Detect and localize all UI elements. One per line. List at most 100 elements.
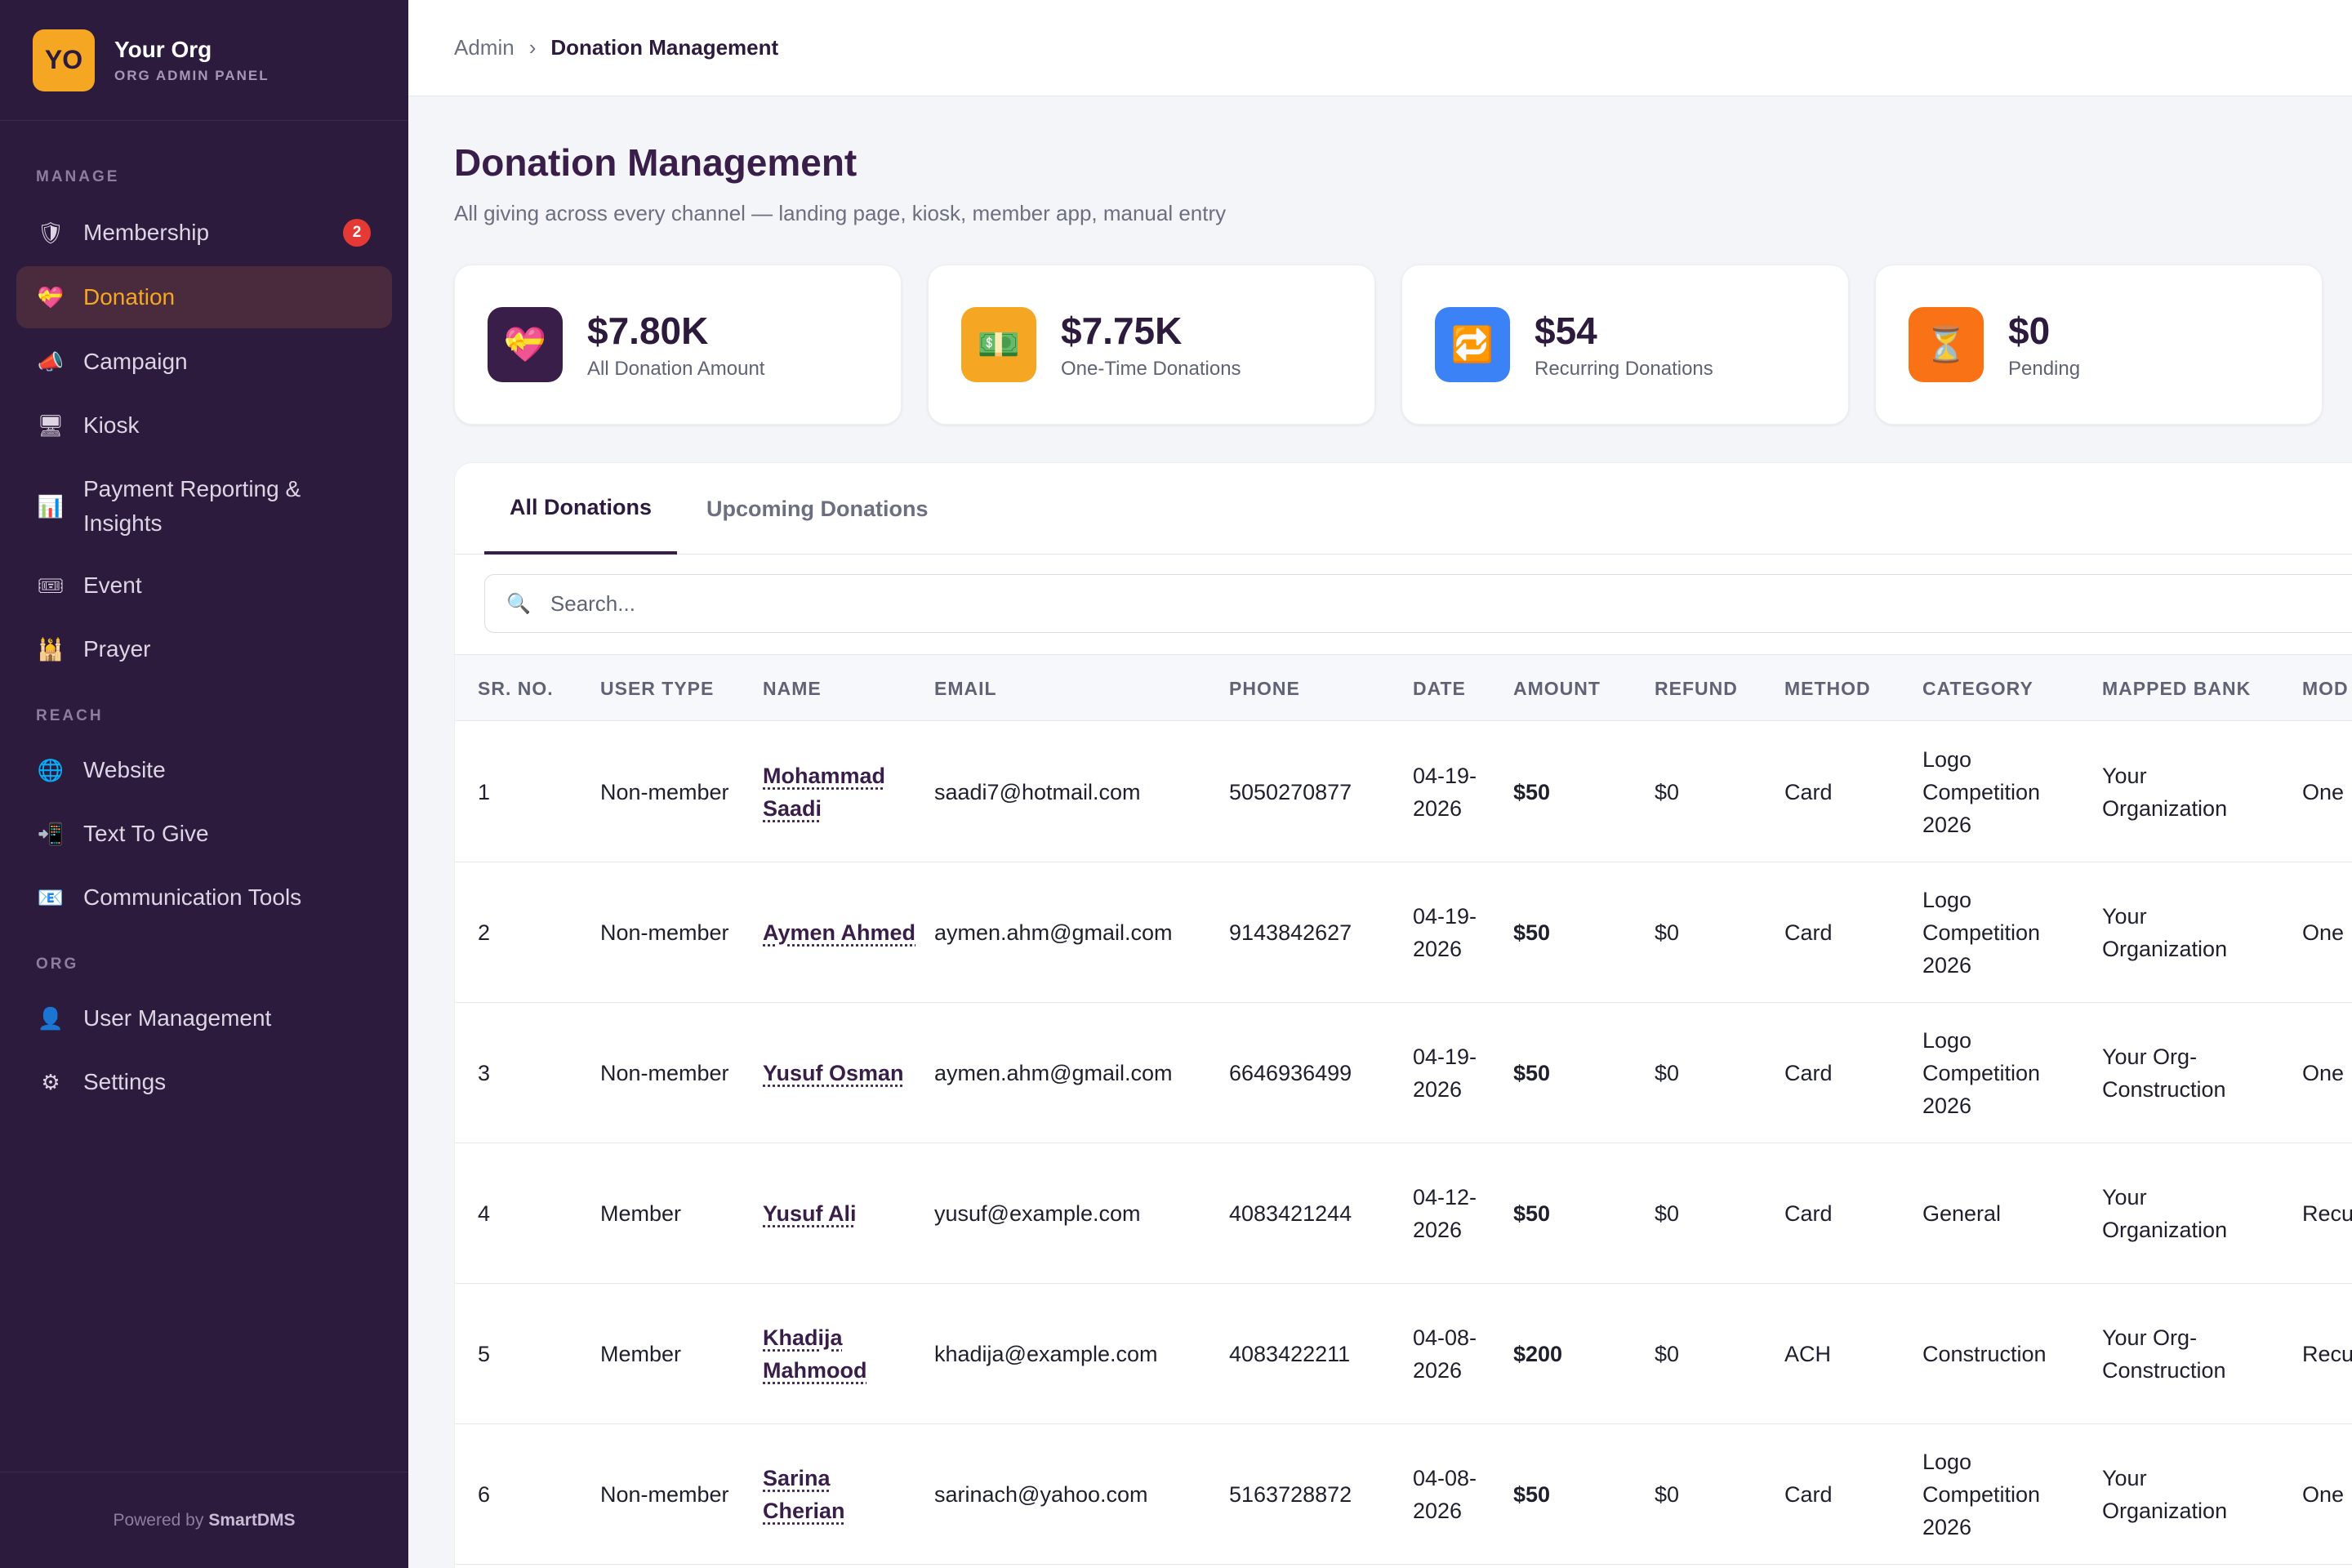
sidebar-item-website[interactable]: 🌐 Website	[16, 745, 392, 795]
tab-all-donations[interactable]: All Donations	[484, 463, 677, 555]
sidebar-item-campaign[interactable]: 📣 Campaign	[16, 336, 392, 387]
cell-name[interactable]: Khadija Mahmood	[763, 1284, 918, 1424]
donations-panel: All Donations Upcoming Donations 🔍 SR. N…	[454, 462, 2352, 1568]
search-box[interactable]: 🔍	[484, 574, 2352, 633]
stat-label: All Donation Amount	[587, 358, 765, 380]
stat-card-recurring: 🔁 $54 Recurring Donations	[1401, 265, 1849, 425]
tab-upcoming-donations[interactable]: Upcoming Donations	[706, 463, 929, 555]
heart-gift-icon: 💝	[488, 307, 563, 382]
cell-text: $0	[1655, 920, 1680, 945]
cell-user-type: Non-member	[600, 1424, 747, 1565]
column-header[interactable]: DATE	[1413, 655, 1466, 722]
tab-bar: All Donations Upcoming Donations	[455, 463, 2352, 555]
powered-by-brand[interactable]: SmartDMS	[208, 1511, 295, 1530]
donor-name-link[interactable]: Mohammad Saadi	[763, 760, 918, 825]
cell-user-type: Member	[600, 1284, 747, 1424]
hourglass-icon: ⏳	[1909, 307, 1984, 382]
sidebar-item-communication-tools[interactable]: 📧 Communication Tools	[16, 872, 392, 923]
cell-text: Card	[1784, 1482, 1833, 1507]
cell-name[interactable]: Yusuf Ali	[763, 1143, 918, 1284]
sidebar-item-label: Campaign	[83, 349, 188, 374]
sidebar-item-label: Settings	[83, 1069, 167, 1094]
column-header[interactable]: SR. NO.	[478, 655, 554, 722]
cell-text: $0	[1655, 1201, 1680, 1226]
cell-method: Card	[1784, 1003, 1907, 1143]
donor-name-link[interactable]: Sarina Cherian	[763, 1462, 918, 1527]
section-label-org: ORG	[36, 956, 79, 973]
sidebar-item-user-management[interactable]: 👤 User Management	[16, 993, 392, 1044]
org-name: Your Org	[114, 36, 212, 62]
sidebar-item-label: Payment Reporting & Insights	[83, 476, 301, 536]
donor-name-link[interactable]: Yusuf Ali	[763, 1197, 857, 1230]
donor-name-link[interactable]: Aymen Ahmed	[763, 916, 915, 949]
cell-text: 3	[478, 1061, 491, 1085]
table-row[interactable]: 6 Non-member Sarina Cherian sarinach@yahoo.…	[455, 1424, 2352, 1565]
cell-email: khadija@example.com	[934, 1284, 1220, 1424]
sidebar-item-label: Donation	[83, 284, 176, 310]
column-header[interactable]: METHOD	[1784, 655, 1871, 722]
table-row[interactable]: 3 Non-member Yusuf Osman aymen.ahm@gmail.co…	[455, 1003, 2352, 1143]
cell-amount: $50	[1513, 862, 1636, 1003]
cell-text: Logo Competition 2026	[1922, 747, 2041, 837]
cell-text: yusuf@example.com	[934, 1201, 1141, 1226]
cell-name[interactable]: Mohammad Saadi	[763, 722, 918, 862]
cell-bank: Your Organization	[2102, 722, 2265, 862]
cell-sr: 6	[478, 1424, 592, 1565]
cell-text: One	[2302, 780, 2345, 804]
cell-amount: $50	[1513, 1424, 1636, 1565]
column-header[interactable]: PHONE	[1229, 655, 1300, 722]
sidebar-item-event[interactable]: 🎟 Event	[16, 560, 392, 611]
table-row[interactable]: 2 Non-member Aymen Ahmed aymen.ahm@gmail.co…	[455, 862, 2352, 1003]
page-title: Donation Management	[454, 141, 858, 184]
table-row[interactable]: 5 Member Khadija Mahmood khadija@example.co…	[455, 1284, 2352, 1424]
breadcrumb-admin[interactable]: Admin	[454, 35, 514, 60]
cell-mode: One	[2302, 862, 2352, 1003]
column-header[interactable]: NAME	[763, 655, 822, 722]
cell-name[interactable]: Yusuf Osman	[763, 1003, 918, 1143]
sidebar-item-payment-reporting[interactable]: 📊 Payment Reporting & Insights	[16, 469, 392, 544]
section-label-manage: MANAGE	[36, 168, 120, 185]
cell-category: Construction	[1922, 1284, 2069, 1424]
sidebar-item-settings[interactable]: ⚙ Settings	[16, 1057, 392, 1107]
cell-method: Card	[1784, 1143, 1907, 1284]
column-header[interactable]: EMAIL	[934, 655, 997, 722]
cell-email: aymen.ahm@gmail.com	[934, 862, 1220, 1003]
cell-text: Card	[1784, 920, 1833, 945]
cell-text: Construction	[1922, 1342, 2047, 1366]
donor-name-link[interactable]: Khadija Mahmood	[763, 1321, 918, 1387]
cell-method: Card	[1784, 1424, 1907, 1565]
stat-card-all-donations: 💝 $7.80K All Donation Amount	[454, 265, 902, 425]
cell-date: 04-19-2026	[1413, 722, 1478, 862]
cell-email: yusuf@example.com	[934, 1143, 1220, 1284]
sidebar-item-membership[interactable]: 🛡 Membership 2	[16, 207, 392, 258]
cell-text: Member	[600, 1201, 682, 1226]
cell-text: Your Organization	[2102, 1185, 2228, 1242]
cell-text: 5	[478, 1342, 491, 1366]
stat-card-one-time: 💵 $7.75K One-Time Donations	[928, 265, 1375, 425]
cell-text: khadija@example.com	[934, 1342, 1158, 1366]
column-header[interactable]: MOD	[2302, 655, 2349, 722]
cell-refund: $0	[1655, 1424, 1769, 1565]
sidebar-item-text-to-give[interactable]: 📲 Text To Give	[16, 808, 392, 859]
cell-bank: Your Org-Construction	[2102, 1284, 2265, 1424]
cell-mode: One	[2302, 722, 2352, 862]
cell-name[interactable]: Aymen Ahmed	[763, 862, 918, 1003]
breadcrumb: Admin › Donation Management	[408, 0, 2352, 96]
table-row[interactable]: 1 Non-member Mohammad Saadi saadi7@hotmail.…	[455, 722, 2352, 862]
column-header[interactable]: MAPPED BANK	[2102, 655, 2251, 722]
cell-text: $200	[1513, 1342, 1563, 1366]
sidebar-item-donation[interactable]: 💝 Donation	[16, 266, 392, 328]
brand-header[interactable]: YO Your Org ORG ADMIN PANEL	[0, 0, 408, 121]
search-input[interactable]	[550, 590, 2020, 617]
sidebar-item-kiosk[interactable]: 🖥 Kiosk	[16, 400, 392, 451]
table-row[interactable]: 4 Member Yusuf Ali yusuf@example.com 4083421…	[455, 1143, 2352, 1284]
column-header[interactable]: REFUND	[1655, 655, 1738, 722]
column-header[interactable]: AMOUNT	[1513, 655, 1601, 722]
org-logo: YO	[33, 29, 95, 91]
column-header[interactable]: CATEGORY	[1922, 655, 2034, 722]
cell-name[interactable]: Sarina Cherian	[763, 1424, 918, 1565]
cell-method: Card	[1784, 862, 1907, 1003]
column-header[interactable]: USER TYPE	[600, 655, 714, 722]
donor-name-link[interactable]: Yusuf Osman	[763, 1057, 904, 1089]
sidebar-item-prayer[interactable]: 🕌 Prayer	[16, 624, 392, 675]
